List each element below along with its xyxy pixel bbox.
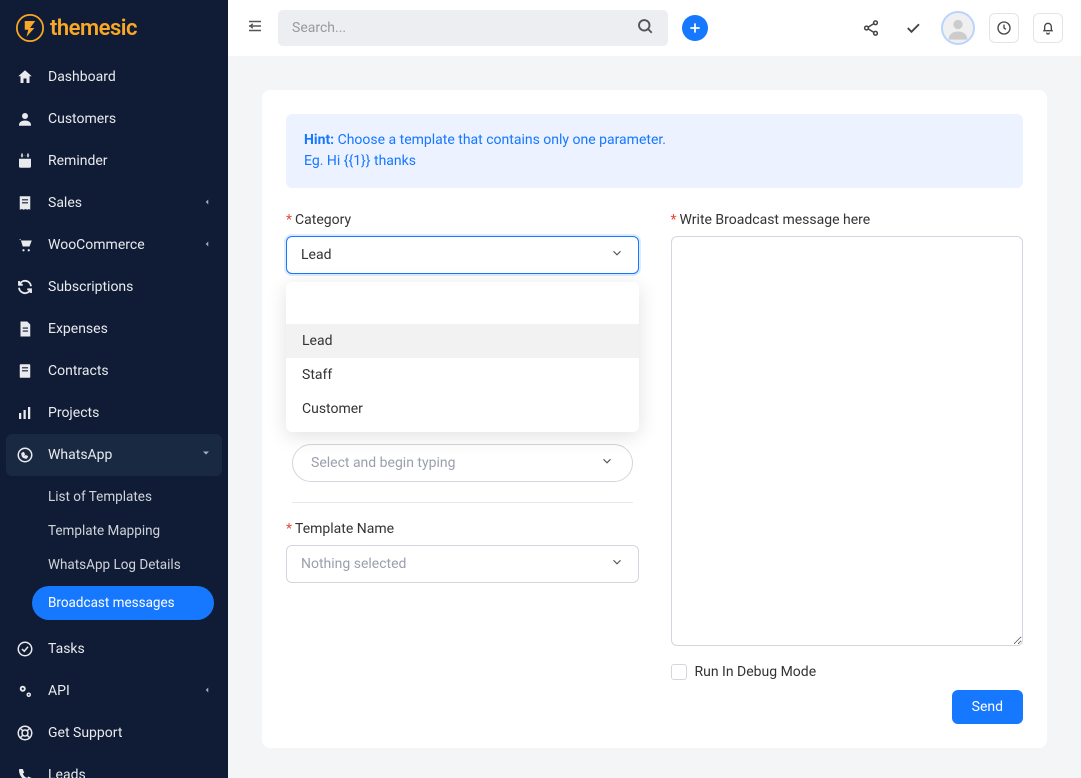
whatsapp-submenu: List of Templates Template Mapping Whats… bbox=[0, 476, 228, 628]
debug-checkbox[interactable] bbox=[671, 664, 687, 680]
whatsapp-icon bbox=[16, 446, 34, 464]
nav-label: Leads bbox=[48, 767, 86, 778]
submenu-template-mapping[interactable]: Template Mapping bbox=[0, 514, 228, 548]
nav-label: WooCommerce bbox=[48, 237, 145, 253]
category-value: Lead bbox=[301, 247, 331, 263]
sidebar-item-leads[interactable]: Leads bbox=[0, 754, 228, 778]
nav-label: Tasks bbox=[48, 641, 85, 657]
nav-label: Expenses bbox=[48, 321, 108, 337]
check-icon[interactable] bbox=[899, 14, 927, 42]
debug-label: Run In Debug Mode bbox=[695, 664, 817, 680]
phone-icon bbox=[16, 766, 34, 778]
nav-label: Sales bbox=[48, 195, 82, 211]
cart-icon bbox=[16, 236, 34, 254]
right-form-column: *Write Broadcast message here Run In Deb… bbox=[671, 212, 1024, 724]
template-value: Nothing selected bbox=[301, 556, 406, 572]
page-content: Hint: Choose a template that contains on… bbox=[228, 56, 1081, 778]
share-icon[interactable] bbox=[857, 14, 885, 42]
tag-placeholder: Select and begin typing bbox=[311, 455, 455, 471]
menu-toggle-icon[interactable] bbox=[246, 17, 264, 39]
nav-label: Reminder bbox=[48, 153, 108, 169]
refresh-icon bbox=[16, 278, 34, 296]
submenu-broadcast-messages[interactable]: Broadcast messages bbox=[32, 586, 214, 620]
dropdown-option-staff[interactable]: Staff bbox=[286, 358, 639, 392]
brand-name: themesic bbox=[50, 16, 137, 41]
sidebar-item-subscriptions[interactable]: Subscriptions bbox=[0, 266, 228, 308]
sidebar-item-customers[interactable]: Customers bbox=[0, 98, 228, 140]
check-circle-icon bbox=[16, 640, 34, 658]
person-icon bbox=[16, 110, 34, 128]
add-button[interactable] bbox=[682, 15, 708, 41]
nav-label: API bbox=[48, 683, 70, 699]
category-dropdown: Lead Staff Customer bbox=[286, 282, 639, 432]
submenu-list-templates[interactable]: List of Templates bbox=[0, 480, 228, 514]
receipt-icon bbox=[16, 194, 34, 212]
hint-line1: Choose a template that contains only one… bbox=[338, 132, 666, 148]
sidebar-item-projects[interactable]: Projects bbox=[0, 392, 228, 434]
nav-label: Customers bbox=[48, 111, 116, 127]
bell-icon[interactable] bbox=[1033, 13, 1063, 43]
nav-label: Contracts bbox=[48, 363, 109, 379]
clock-icon[interactable] bbox=[989, 13, 1019, 43]
chevron-left-icon bbox=[202, 195, 212, 211]
user-avatar[interactable] bbox=[941, 11, 975, 45]
search-box[interactable] bbox=[278, 10, 668, 46]
sidebar-item-reminder[interactable]: Reminder bbox=[0, 140, 228, 182]
sidebar-item-whatsapp[interactable]: WhatsApp bbox=[6, 434, 222, 476]
search-input[interactable] bbox=[292, 20, 636, 36]
nav-label: Get Support bbox=[48, 725, 122, 741]
sidebar: themesic Dashboard Customers Reminder Sa… bbox=[0, 0, 228, 778]
chevron-down-icon bbox=[600, 454, 614, 472]
chart-icon bbox=[16, 404, 34, 422]
sidebar-item-api[interactable]: API bbox=[0, 670, 228, 712]
hint-box: Hint: Choose a template that contains on… bbox=[286, 114, 1023, 188]
sidebar-item-dashboard[interactable]: Dashboard bbox=[0, 56, 228, 98]
nav-label: Projects bbox=[48, 405, 99, 421]
chevron-down-icon bbox=[610, 555, 624, 573]
home-icon bbox=[16, 68, 34, 86]
template-select[interactable]: Nothing selected bbox=[286, 545, 639, 583]
chevron-left-icon bbox=[202, 237, 212, 253]
dropdown-option-lead[interactable]: Lead bbox=[286, 324, 639, 358]
document-icon bbox=[16, 362, 34, 380]
gear-icon bbox=[16, 682, 34, 700]
broadcast-label: *Write Broadcast message here bbox=[671, 212, 1024, 228]
sidebar-item-woocommerce[interactable]: WooCommerce bbox=[0, 224, 228, 266]
nav-label: Subscriptions bbox=[48, 279, 133, 295]
chevron-down-icon bbox=[200, 447, 212, 463]
sidebar-item-sales[interactable]: Sales bbox=[0, 182, 228, 224]
topbar bbox=[228, 0, 1081, 56]
dropdown-option-customer[interactable]: Customer bbox=[286, 392, 639, 426]
debug-row: Run In Debug Mode bbox=[671, 664, 1024, 680]
chevron-left-icon bbox=[202, 683, 212, 699]
broadcast-card: Hint: Choose a template that contains on… bbox=[262, 90, 1047, 748]
calendar-icon bbox=[16, 152, 34, 170]
broadcast-textarea[interactable] bbox=[671, 236, 1024, 646]
sidebar-item-expenses[interactable]: Expenses bbox=[0, 308, 228, 350]
send-button[interactable]: Send bbox=[952, 690, 1023, 724]
nav-label: Dashboard bbox=[48, 69, 116, 85]
category-label: *Category bbox=[286, 212, 639, 228]
nav-label: WhatsApp bbox=[48, 447, 112, 463]
hint-prefix: Hint: bbox=[304, 132, 334, 148]
search-icon[interactable] bbox=[636, 17, 654, 39]
tag-select[interactable]: Select and begin typing bbox=[292, 444, 633, 482]
brand-logo-icon bbox=[16, 14, 44, 42]
brand-logo[interactable]: themesic bbox=[0, 0, 228, 56]
main-area: Hint: Choose a template that contains on… bbox=[228, 0, 1081, 778]
hint-line2: Eg. Hi {{1}} thanks bbox=[304, 153, 416, 169]
sidebar-item-support[interactable]: Get Support bbox=[0, 712, 228, 754]
file-icon bbox=[16, 320, 34, 338]
lifebuoy-icon bbox=[16, 724, 34, 742]
sidebar-item-contracts[interactable]: Contracts bbox=[0, 350, 228, 392]
divider bbox=[292, 502, 633, 503]
category-select[interactable]: Lead bbox=[286, 236, 639, 274]
template-label: *Template Name bbox=[286, 521, 639, 537]
sidebar-item-tasks[interactable]: Tasks bbox=[0, 628, 228, 670]
left-form-column: *Category Lead Lead Staff Customer bbox=[286, 212, 639, 724]
chevron-down-icon bbox=[610, 246, 624, 264]
submenu-whatsapp-log[interactable]: WhatsApp Log Details bbox=[0, 548, 228, 582]
